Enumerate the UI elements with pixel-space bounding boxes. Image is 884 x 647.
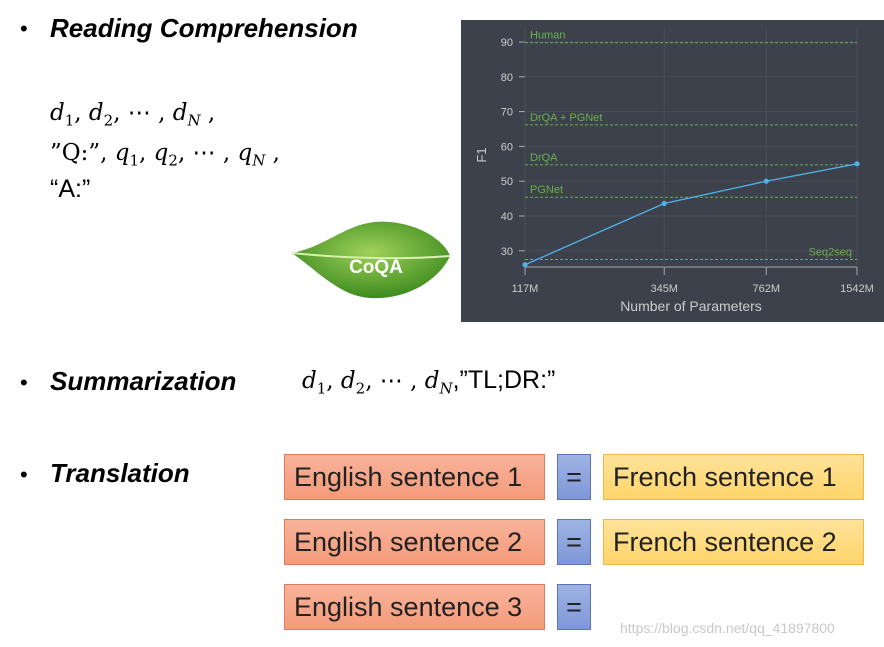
reading-formula-line3: “A:” <box>50 175 91 203</box>
data-point <box>763 178 769 184</box>
equals-box: = <box>557 454 591 500</box>
y-tick-label: 80 <box>501 72 513 84</box>
bullet: • <box>20 370 28 395</box>
data-point <box>661 200 667 207</box>
y-tick-label: 30 <box>501 246 513 258</box>
watermark: https://blog.csdn.net/qq_41897800 <box>620 620 835 636</box>
bullet: • <box>20 16 28 41</box>
english-sentence-3-box: English sentence 3 <box>284 584 545 630</box>
french-sentence-1-box: French sentence 1 <box>603 454 864 500</box>
summarization-formula: d1, d2, ⋯ , dN,”TL;DR:” <box>302 366 556 398</box>
english-sentence-1-box: English sentence 1 <box>284 454 545 500</box>
x-axis-label: Number of Parameters <box>620 298 762 314</box>
series-line <box>524 163 858 266</box>
reading-formula-line2: ”Q:”, q1, q2, ⋯ , qN , <box>50 140 280 170</box>
y-tick-label: 90 <box>501 37 513 49</box>
english-sentence-2-box: English sentence 2 <box>284 519 545 565</box>
y-tick-label: 60 <box>501 141 513 153</box>
y-axis-label: F1 <box>474 147 489 162</box>
reading-comprehension-heading: Reading Comprehension <box>50 13 358 43</box>
translation-heading: Translation <box>50 458 190 488</box>
y-tick-label: 40 <box>501 211 513 223</box>
coqa-logo-text: CoQA <box>349 257 403 278</box>
coqa-f1-chart: 30 40 50 60 70 80 90 117M 345M 762M 1542M Number of… <box>461 20 884 322</box>
x-tick-label: 762M <box>752 283 780 295</box>
equals-box: = <box>557 584 591 630</box>
baseline-label: Human <box>530 30 565 42</box>
baseline-label: DrQA <box>530 152 558 164</box>
data-point <box>854 161 860 167</box>
summarization-heading: Summarization <box>50 366 237 396</box>
baseline-label: Seq2seq <box>809 247 852 259</box>
coqa-leaf-logo: CoQA <box>291 221 451 299</box>
data-point <box>522 262 528 268</box>
baseline-label: PGNet <box>530 184 563 196</box>
x-tick-label: 1542M <box>840 283 874 295</box>
french-sentence-2-box: French sentence 2 <box>603 519 864 565</box>
x-tick-label: 117M <box>512 283 539 295</box>
x-tick-label: 345M <box>650 283 678 295</box>
equals-box: = <box>557 519 591 565</box>
y-tick-label: 70 <box>501 107 513 119</box>
reading-formula-line1: d1, d2, ⋯ , dN , <box>50 100 216 130</box>
y-tick-label: 50 <box>501 176 513 188</box>
baseline-label: DrQA + PGNet <box>530 112 602 124</box>
bullet: • <box>20 462 28 487</box>
